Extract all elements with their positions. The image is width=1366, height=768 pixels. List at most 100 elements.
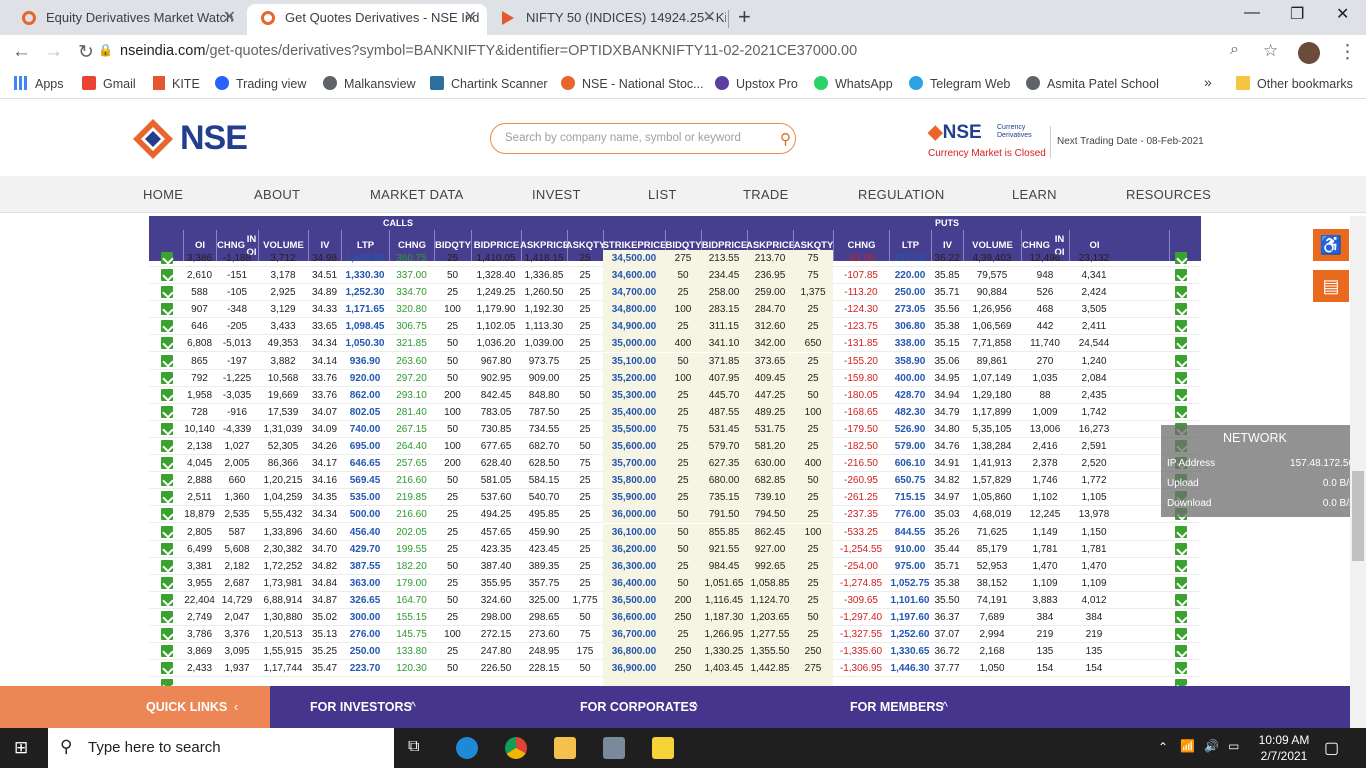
table-cell[interactable]: 36,900.00	[603, 660, 665, 678]
menu-learn[interactable]: LEARN	[1012, 187, 1057, 202]
chart-checkbox-icon[interactable]	[161, 269, 173, 281]
chart-checkbox-icon[interactable]	[161, 611, 173, 623]
table-cell[interactable]	[341, 677, 389, 686]
table-cell[interactable]: 526.90	[889, 421, 931, 438]
menu-trade[interactable]: TRADE	[743, 187, 789, 202]
table-cell[interactable]: 695.00	[341, 438, 389, 455]
search-input[interactable]: Search by company name, symbol or keywor…	[490, 123, 796, 154]
notifications-icon[interactable]: ▢	[1324, 738, 1339, 758]
edge-icon[interactable]	[456, 737, 478, 759]
chart-checkbox-icon[interactable]	[161, 593, 173, 606]
table-cell[interactable]: 715.15	[889, 489, 931, 506]
table-cell[interactable]: 36,100.00	[603, 523, 665, 541]
chart-checkbox-icon[interactable]	[161, 474, 173, 487]
browser-tab[interactable]: NIFTY 50 (INDICES) 14924.25 - Ki ✕	[488, 4, 726, 35]
table-cell[interactable]: 35,000.00	[603, 335, 665, 353]
menu-about[interactable]: ABOUT	[254, 187, 300, 202]
clock[interactable]: 10:09 AM 2/7/2021	[1252, 732, 1316, 764]
table-cell[interactable]: 646.65	[341, 455, 389, 472]
back-icon[interactable]: ←	[12, 41, 31, 63]
zoom-icon[interactable]: ⌕	[1230, 41, 1239, 59]
table-cell[interactable]: 276.00	[341, 626, 389, 643]
table-cell[interactable]: 456.40	[341, 524, 389, 541]
chart-checkbox-icon[interactable]	[1175, 542, 1187, 555]
table-cell[interactable]: 34,700.00	[603, 284, 665, 302]
bookmark-kite[interactable]: KITE	[153, 76, 200, 91]
quick-links-button[interactable]: QUICK LINKS ‹	[0, 686, 270, 728]
table-cell[interactable]: 36,600.00	[603, 609, 665, 626]
chart-checkbox-icon[interactable]	[1175, 662, 1187, 675]
table-cell[interactable]: 363.00	[341, 575, 389, 592]
bookmark-nse[interactable]: NSE - National Stoc...	[561, 76, 704, 91]
table-cell[interactable]: 36,500.00	[603, 591, 665, 609]
table-cell[interactable]: 500.00	[341, 506, 389, 523]
chart-checkbox-icon[interactable]	[161, 559, 173, 572]
chart-checkbox-icon[interactable]	[1175, 371, 1187, 384]
table-cell[interactable]: 1,052.75	[889, 575, 931, 592]
forward-icon[interactable]: →	[44, 41, 63, 63]
table-cell[interactable]: 36,700.00	[603, 626, 665, 644]
chart-checkbox-icon[interactable]	[161, 508, 173, 521]
chart-checkbox-icon[interactable]	[161, 371, 173, 384]
table-cell[interactable]: 35,400.00	[603, 403, 665, 421]
nse-logo-icon[interactable]	[133, 119, 173, 159]
table-cell[interactable]: 217.00	[889, 250, 931, 267]
task-view-icon[interactable]: ⧉	[408, 738, 419, 756]
windows-start-icon[interactable]: ⊞	[14, 738, 28, 758]
chart-checkbox-icon[interactable]	[161, 628, 173, 641]
table-cell[interactable]: 358.90	[889, 353, 931, 370]
photos-icon[interactable]	[603, 737, 625, 759]
table-cell[interactable]: 910.00	[889, 541, 931, 558]
table-cell[interactable]: 36,400.00	[603, 574, 665, 592]
table-cell[interactable]: 975.00	[889, 558, 931, 575]
table-cell[interactable]: 250.00	[889, 284, 931, 301]
bookmark-gmail[interactable]: Gmail	[82, 76, 136, 91]
table-cell[interactable]: 535.00	[341, 489, 389, 506]
table-cell[interactable]: 844.55	[889, 524, 931, 541]
new-tab-icon[interactable]: +	[738, 4, 751, 30]
table-cell[interactable]: 650.75	[889, 472, 931, 489]
table-cell[interactable]: 34,800.00	[603, 301, 665, 319]
accessibility-button[interactable]: ♿	[1313, 229, 1349, 261]
table-cell[interactable]: 569.45	[341, 472, 389, 489]
bookmark-chartink[interactable]: Chartink Scanner	[430, 76, 548, 91]
chart-checkbox-icon[interactable]	[161, 286, 173, 299]
table-cell[interactable]: 802.05	[341, 404, 389, 421]
table-cell[interactable]: 326.65	[341, 592, 389, 609]
page-scrollbar[interactable]	[1350, 216, 1366, 728]
chart-checkbox-icon[interactable]	[161, 422, 173, 435]
table-cell[interactable]: 35,300.00	[603, 386, 665, 404]
table-cell[interactable]: 300.00	[341, 609, 389, 626]
table-cell[interactable]: 220.00	[889, 267, 931, 284]
chart-checkbox-icon[interactable]	[161, 440, 173, 452]
table-cell[interactable]: 1,098.45	[341, 318, 389, 335]
chart-checkbox-icon[interactable]	[1175, 611, 1187, 623]
bookmark-upstox[interactable]: Upstox Pro	[715, 76, 798, 91]
chart-checkbox-icon[interactable]	[1175, 679, 1187, 686]
chart-checkbox-icon[interactable]	[161, 303, 173, 316]
bookmark-tradingview[interactable]: Trading view	[215, 76, 306, 91]
table-cell[interactable]: 34,600.00	[603, 267, 665, 284]
chart-checkbox-icon[interactable]	[1175, 286, 1187, 299]
table-cell[interactable]: 338.00	[889, 335, 931, 352]
chart-checkbox-icon[interactable]	[161, 405, 173, 418]
menu-resources[interactable]: RESOURCES	[1126, 187, 1211, 202]
table-cell[interactable]: 579.00	[889, 438, 931, 455]
currency-logo[interactable]: ◆NSE	[928, 121, 982, 144]
menu-market-data[interactable]: MARKET DATA	[370, 187, 464, 202]
table-cell[interactable]: 35,200.00	[603, 369, 665, 387]
reload-icon[interactable]: ↻	[78, 41, 94, 64]
table-cell[interactable]: 1,252.30	[341, 284, 389, 301]
bookmark-whatsapp[interactable]: WhatsApp	[814, 76, 893, 91]
table-cell[interactable]: 1,330.65	[889, 643, 931, 660]
chrome-icon[interactable]	[505, 737, 527, 759]
tray-overflow-icon[interactable]: ⌃	[1158, 740, 1168, 754]
table-cell[interactable]: 35,800.00	[603, 472, 665, 490]
for-investors-link[interactable]: FOR INVESTORS	[310, 700, 412, 714]
file-explorer-icon[interactable]	[554, 737, 576, 759]
lock-icon[interactable]: 🔒	[98, 43, 113, 57]
browser-tab-active[interactable]: Get Quotes Derivatives - NSE Ind ✕	[247, 4, 487, 35]
chart-checkbox-icon[interactable]	[1175, 645, 1187, 658]
bookmark-star-icon[interactable]: ☆	[1263, 41, 1278, 61]
table-cell[interactable]: 862.00	[341, 387, 389, 404]
